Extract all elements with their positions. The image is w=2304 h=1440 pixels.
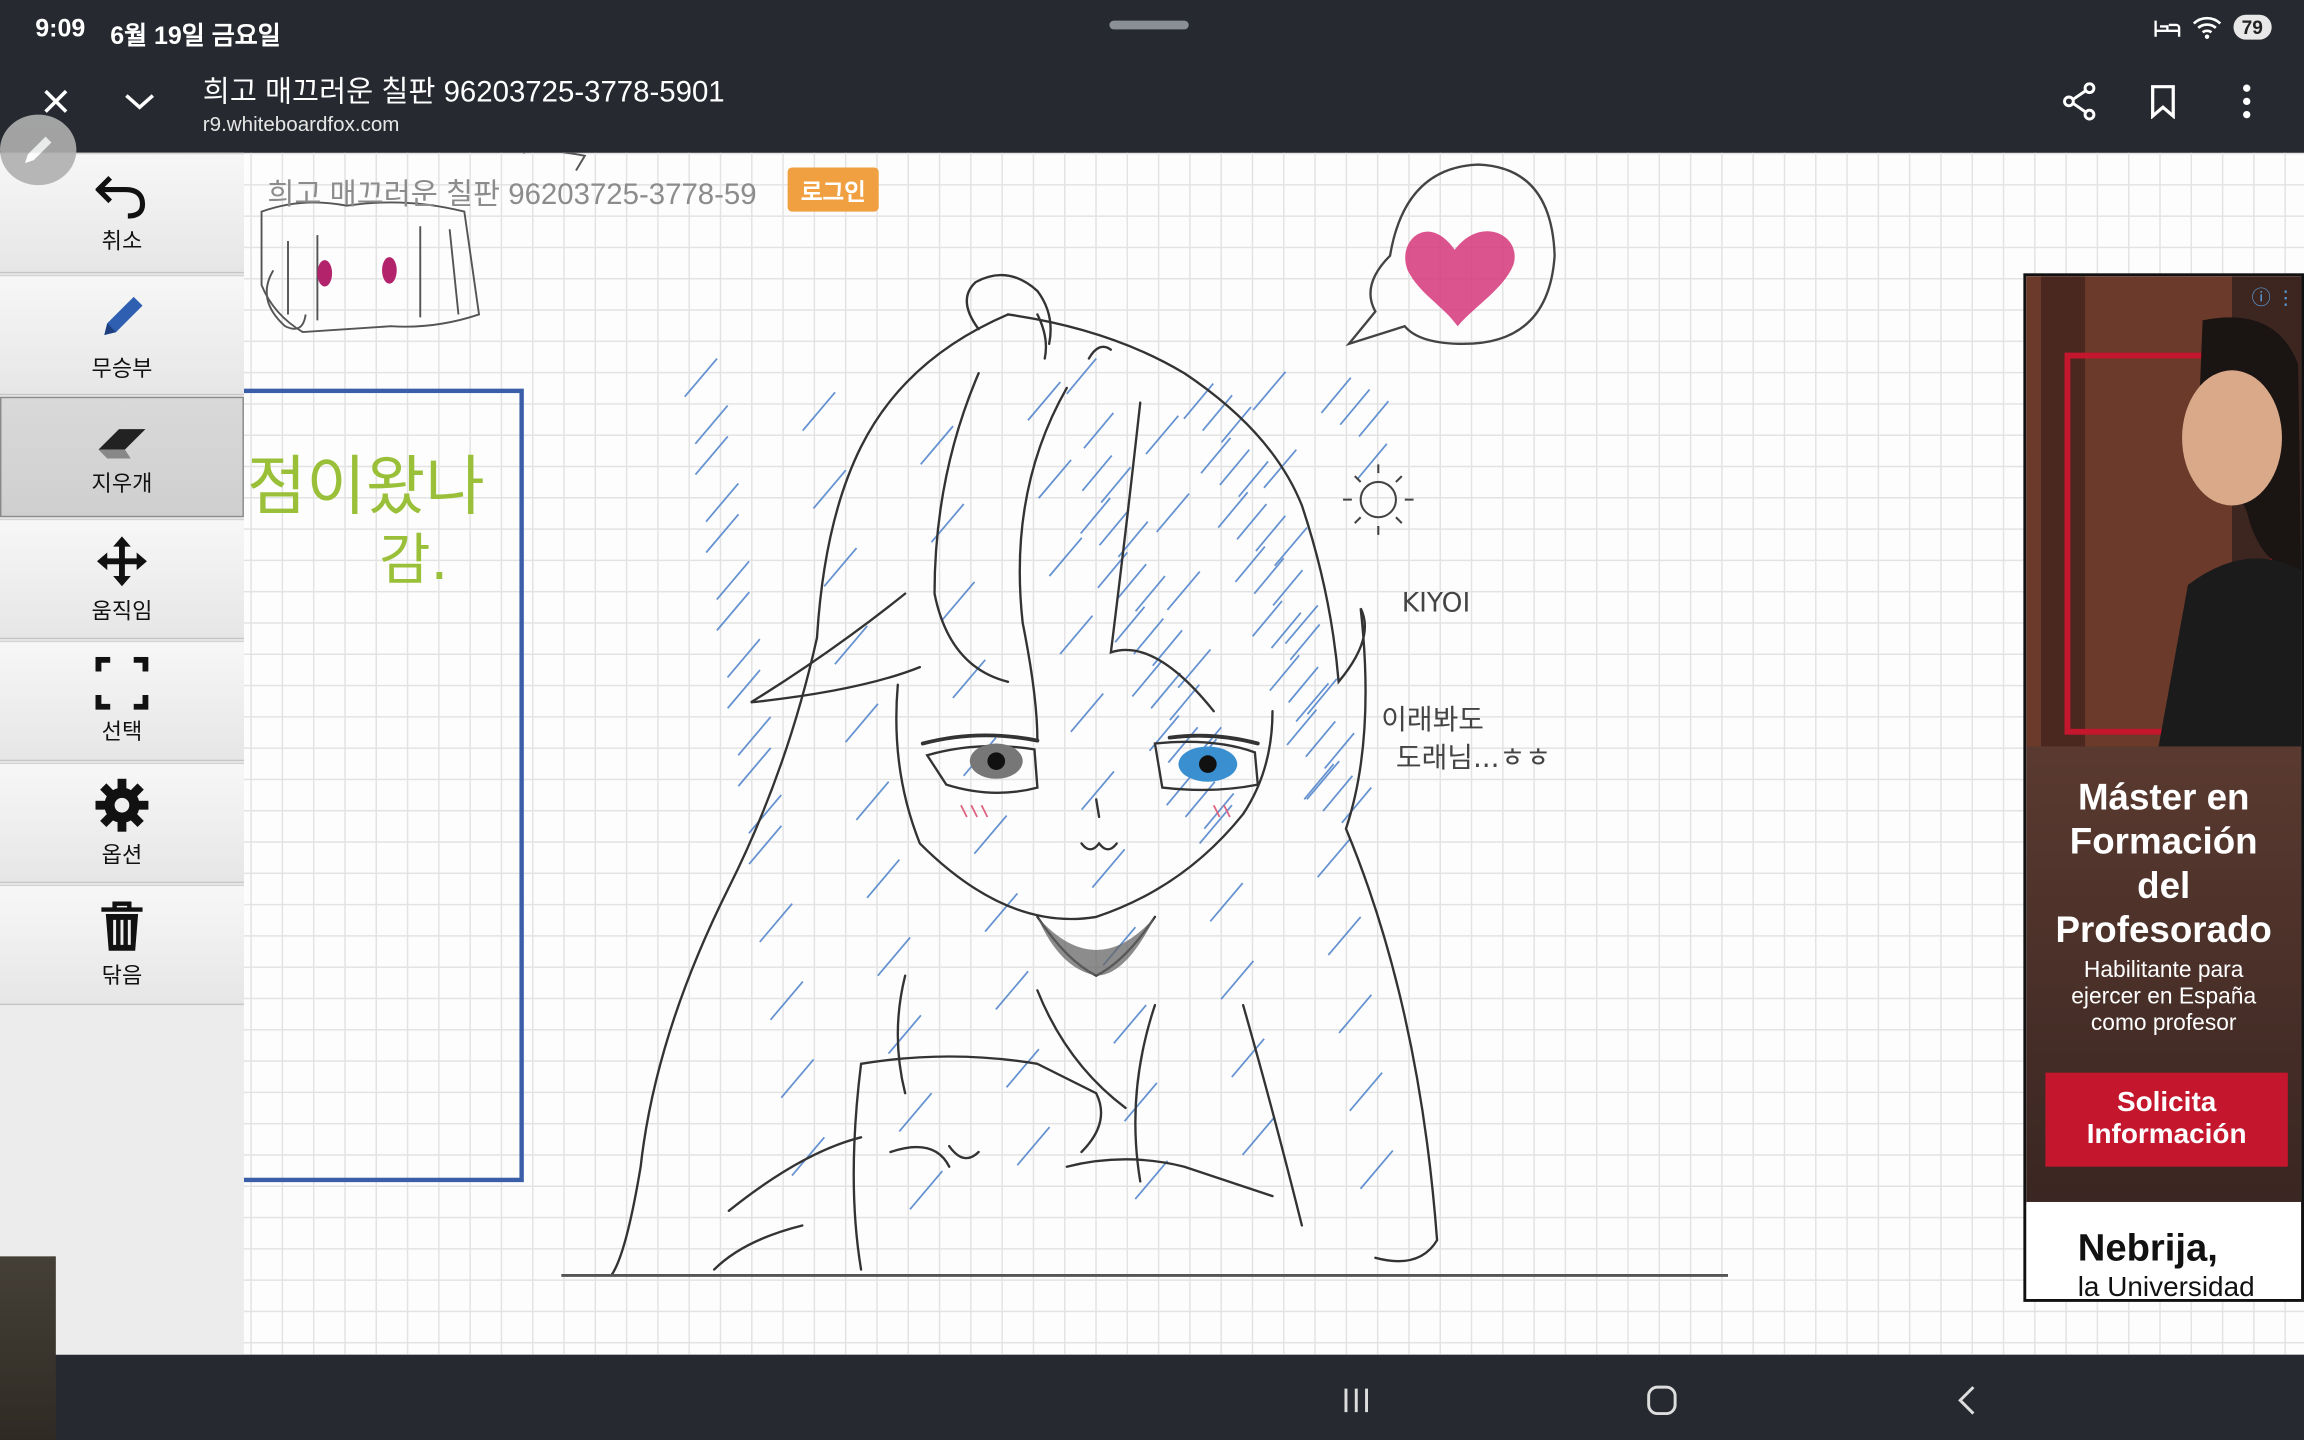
move-icon (96, 535, 147, 586)
note-line1: 이래봐도 (1381, 703, 1484, 736)
status-bar: 9:09 6월 19일 금요일 79 (0, 0, 2304, 62)
gear-icon (95, 778, 149, 831)
undo-icon (95, 175, 146, 218)
clear-button[interactable]: 닦음 (0, 884, 244, 1006)
login-button[interactable]: 로그인 (787, 167, 879, 212)
ad-subtext-line: Habilitante para (2083, 958, 2244, 984)
more-vertical-icon (2243, 84, 2251, 119)
green-handwriting-line2: 감. (379, 528, 448, 593)
page-url[interactable]: r9.whiteboardfox.com (203, 112, 400, 136)
ad-info-icon[interactable]: ⓘ ⋮ (2252, 282, 2296, 310)
trash-icon (101, 900, 143, 950)
select-icon (95, 656, 149, 709)
hair-hatching (684, 357, 1394, 1210)
undo-label: 취소 (101, 228, 143, 254)
ad-subtext-line: ejercer en España (2071, 984, 2257, 1010)
options-label: 옵션 (101, 842, 143, 868)
ad-headline-line: Formación (2069, 821, 2258, 863)
ad-brand: Nebrija, la Universidad (2026, 1204, 2302, 1302)
pen-icon (24, 136, 52, 164)
clear-label: 닦음 (101, 963, 143, 989)
eraser-button[interactable]: 지우개 (0, 396, 244, 518)
drawing-layer: 점이왔나 감. KIYOI 이래봐도 도래님...ㅎㅎ (243, 152, 1729, 1277)
character-drawing (610, 273, 1439, 1277)
eraser-icon (98, 428, 146, 458)
select-button[interactable]: 선택 (0, 640, 244, 762)
note-line2: 도래님...ㅎㅎ (1396, 741, 1551, 774)
draw-button[interactable]: 무승부 (0, 274, 244, 396)
back-button[interactable] (1943, 1375, 1993, 1425)
tool-sidebar: 취소 무승부 지우개 움직임 선택 옵션 닦음 (0, 152, 244, 1355)
floating-pen-button[interactable] (0, 114, 77, 186)
heart-drawing (1405, 231, 1515, 327)
more-options-button[interactable] (2217, 72, 2276, 131)
select-label: 선택 (101, 719, 143, 745)
wifi-icon (2192, 16, 2221, 39)
bookmark-button[interactable] (2134, 72, 2193, 131)
ad-photo (2026, 276, 2302, 747)
move-button[interactable]: 움직임 (0, 518, 244, 640)
back-icon (1958, 1386, 1975, 1415)
ad-subtext: Habilitante para ejercer en España como … (2026, 958, 2301, 1037)
ad-cta-line: Información (2086, 1119, 2247, 1151)
advertisement[interactable]: ⓘ ⋮ Máster en Formación del Profesorado … (2023, 273, 2304, 1302)
hatch-strokes (684, 357, 1394, 1210)
status-icons: 79 (2153, 14, 2272, 40)
ad-subtext-line: como profesor (2090, 1010, 2237, 1036)
ad-headline-line: Profesorado (2055, 909, 2272, 951)
share-icon (2063, 82, 2096, 121)
signature-text: KIYOI (1402, 587, 1470, 618)
move-label: 움직임 (91, 598, 153, 624)
status-time: 9:09 (35, 14, 86, 43)
status-date: 6월 19일 금요일 (110, 22, 281, 50)
chevron-down-icon (125, 94, 154, 110)
sun-doodle (1343, 464, 1414, 535)
minimize-button[interactable] (110, 72, 169, 131)
browser-toolbar: 희고 매끄러운 칠판 96203725-3778-5901 r9.whitebo… (0, 61, 2304, 153)
recent-apps-button[interactable] (1331, 1375, 1381, 1425)
options-button[interactable]: 옵션 (0, 762, 244, 884)
home-button[interactable] (1637, 1375, 1687, 1425)
ad-cta-button[interactable]: Solicita Información (2045, 1072, 2288, 1167)
bed-icon (2153, 19, 2180, 37)
draw-label: 무승부 (91, 356, 153, 382)
eraser-label: 지우개 (91, 470, 153, 496)
ad-headline-line: Máster en (2077, 777, 2250, 819)
pencil-icon (104, 296, 143, 335)
ad-brand-sub: la Universidad (2077, 1272, 2255, 1302)
window-handle[interactable] (1109, 20, 1189, 30)
recent-apps-icon (1344, 1388, 1369, 1413)
app-thumbnail[interactable] (0, 1256, 56, 1440)
page-title: 희고 매끄러운 칠판 96203725-3778-5901 (202, 76, 725, 109)
ad-headline: Máster en Formación del Profesorado (2026, 776, 2301, 952)
board-title: 희고 매끄러운 칠판 96203725-3778-59 (267, 179, 757, 212)
ad-headline-line: del (2137, 865, 2191, 907)
ad-brand-name: Nebrija, (2077, 1225, 2218, 1270)
green-handwriting-line1: 점이왔나 (247, 449, 485, 524)
ad-cta-line: Solicita (2116, 1087, 2217, 1119)
battery-indicator: 79 (2232, 14, 2272, 40)
home-icon (1647, 1385, 1677, 1416)
share-button[interactable] (2050, 72, 2109, 131)
bookmark-icon (2151, 85, 2175, 120)
close-icon (44, 89, 68, 113)
